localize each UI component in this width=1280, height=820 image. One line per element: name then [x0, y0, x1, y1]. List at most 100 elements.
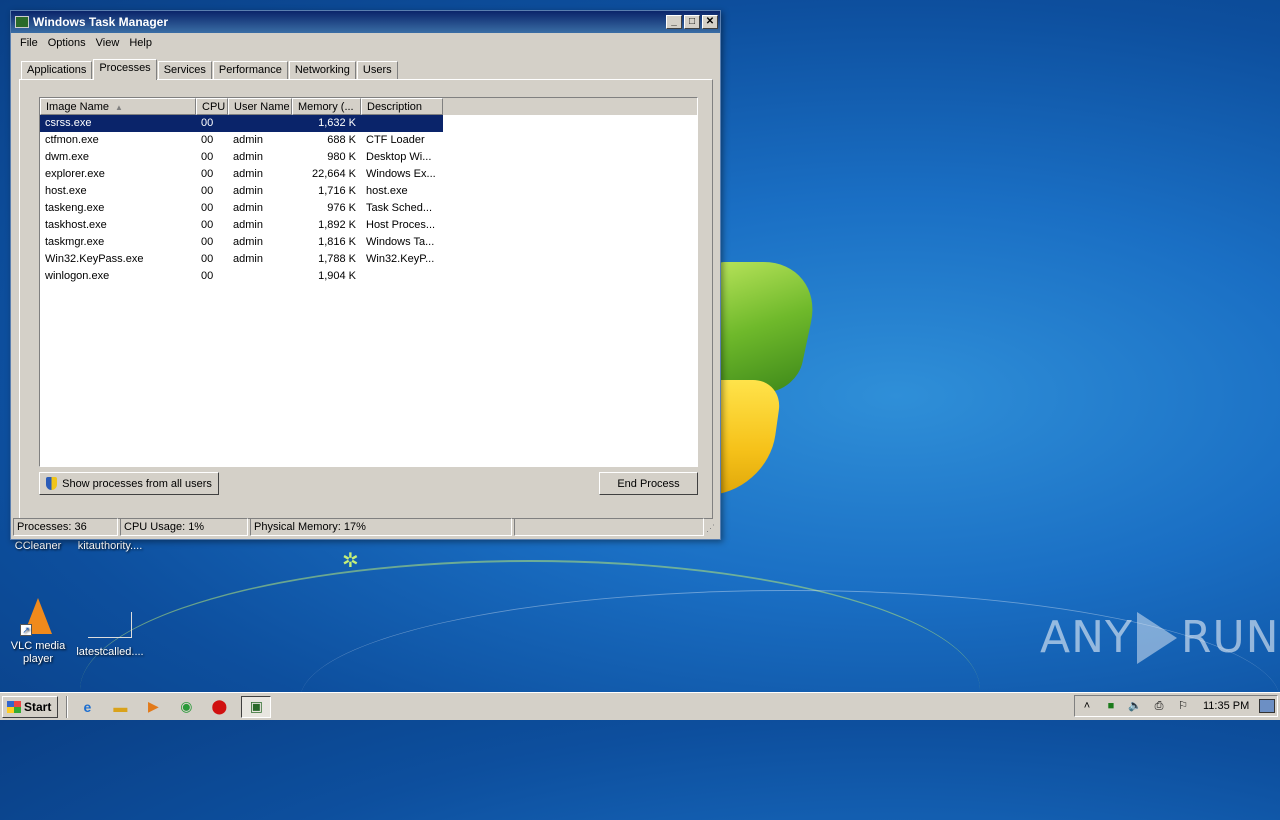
clock[interactable]: 11:35 PM	[1203, 700, 1249, 712]
column-user-name[interactable]: User Name	[228, 98, 292, 115]
tab-services[interactable]: Services	[157, 61, 212, 79]
process-row[interactable]: taskhost.exe 00 admin 1,892 K Host Proces...	[40, 217, 697, 234]
flag-icon[interactable]: ⚐	[1175, 699, 1191, 713]
menu-view[interactable]: View	[91, 37, 125, 49]
menu-options[interactable]: Options	[43, 37, 91, 49]
explorer-icon[interactable]: ▬	[109, 696, 131, 718]
column-description[interactable]: Description	[361, 98, 443, 115]
vlc-icon: ↗	[18, 596, 58, 636]
watermark-right: RUN	[1180, 612, 1280, 663]
maximize-button[interactable]: □	[684, 15, 700, 29]
title-bar[interactable]: Windows Task Manager _ □ ✕	[11, 11, 720, 33]
volume-icon[interactable]: 🔈	[1127, 699, 1143, 713]
tab-applications[interactable]: Applications	[21, 61, 93, 79]
watermark-left: ANY	[1040, 612, 1133, 663]
status-cpu-usage: CPU Usage: 1%	[120, 518, 248, 536]
process-name: taskeng.exe	[45, 202, 105, 214]
process-row[interactable]: taskeng.exe 00 admin 976 K Task Sched...	[40, 200, 697, 217]
show-all-processes-button[interactable]: Show processes from all users	[39, 472, 219, 495]
process-cpu: 00	[201, 219, 214, 231]
minimize-button[interactable]: _	[666, 15, 682, 29]
process-cpu: 00	[201, 151, 214, 163]
process-memory: 1,816 K	[318, 236, 356, 248]
media-player-icon[interactable]: ▶	[142, 696, 164, 718]
tab-processes[interactable]: Processes	[93, 59, 157, 80]
tab-networking[interactable]: Networking	[288, 61, 356, 79]
wallpaper-sparkle: ✲	[342, 550, 359, 572]
column-memory[interactable]: Memory (...	[292, 98, 361, 115]
process-user: admin	[233, 219, 263, 231]
process-description	[361, 268, 443, 285]
process-name: csrss.exe	[40, 115, 196, 132]
taskbar: Start e ▬ ▶ ◉ ⬤ ▣ ˄ ■ 🔈 ⎙ ⚐ 11:35 PM	[0, 692, 1280, 720]
taskmgr-taskbar-button[interactable]: ▣	[241, 695, 272, 718]
show-desktop-icon[interactable]	[1259, 699, 1276, 713]
process-cpu: 00	[196, 115, 228, 132]
column-image-name[interactable]: Image Name ▲	[40, 98, 196, 115]
taskbar-separator	[66, 695, 69, 718]
status-empty	[514, 518, 704, 536]
status-processes: Processes: 36	[13, 518, 118, 536]
process-rows: csrss.exe 00 1,632 Kctfmon.exe 00 admin 688 K…	[40, 115, 697, 285]
show-all-processes-label: Show processes from all users	[62, 477, 212, 490]
opera-icon[interactable]: ⬤	[208, 696, 230, 718]
play-icon	[1136, 612, 1177, 664]
process-cpu: 00	[201, 168, 214, 180]
printer-icon[interactable]: ⎙	[1151, 699, 1167, 713]
chrome-icon[interactable]: ◉	[175, 696, 197, 718]
process-memory: 22,664 K	[311, 168, 356, 180]
tab-strip: Applications Processes Services Performa…	[21, 59, 399, 80]
process-description: host.exe	[366, 185, 408, 197]
process-name: ctfmon.exe	[45, 134, 99, 146]
close-button[interactable]: ✕	[702, 15, 718, 29]
process-cpu: 00	[201, 236, 214, 248]
process-row[interactable]: host.exe 00 admin 1,716 K host.exe	[40, 183, 697, 200]
status-bar: Processes: 36 CPU Usage: 1% Physical Mem…	[13, 518, 718, 538]
end-process-button[interactable]: End Process	[599, 472, 698, 495]
uac-shield-icon	[46, 477, 58, 490]
process-description: Desktop Wi...	[366, 151, 432, 163]
process-memory: 1,716 K	[318, 185, 356, 197]
process-description: Windows Ex...	[366, 168, 436, 180]
process-row[interactable]: winlogon.exe 00 1,904 K	[40, 268, 697, 285]
process-user: admin	[233, 236, 263, 248]
process-name: taskhost.exe	[45, 219, 107, 231]
processes-panel: Image Name ▲ CPU User Name Memory (... De…	[19, 79, 713, 519]
process-row[interactable]: csrss.exe 00 1,632 K	[40, 115, 697, 132]
desktop-icon-latestcalled[interactable]: latestcalled....	[72, 612, 148, 659]
tab-performance[interactable]: Performance	[212, 61, 288, 79]
chevron-up-icon[interactable]: ˄	[1079, 699, 1095, 713]
windows-logo-icon	[7, 700, 21, 713]
process-row[interactable]: Win32.KeyPass.exe 00 admin 1,788 K Win32.Key…	[40, 251, 697, 268]
sort-ascending-icon: ▲	[114, 103, 123, 112]
process-row[interactable]: ctfmon.exe 00 admin 688 K CTF Loader	[40, 132, 697, 149]
menu-file[interactable]: File	[15, 37, 43, 49]
process-description: Task Sched...	[366, 202, 433, 214]
process-description: Win32.KeyP...	[366, 253, 435, 265]
process-cpu: 00	[201, 185, 214, 197]
process-name: host.exe	[45, 185, 87, 197]
process-row[interactable]: dwm.exe 00 admin 980 K Desktop Wi...	[40, 149, 697, 166]
menu-bar: File Options View Help	[11, 33, 720, 53]
start-button[interactable]: Start	[2, 695, 59, 718]
process-name: taskmgr.exe	[45, 236, 105, 248]
watermark: ANY RUN	[1040, 612, 1280, 664]
file-icon	[88, 612, 132, 638]
process-list[interactable]: Image Name ▲ CPU User Name Memory (... De…	[39, 97, 698, 467]
ie-icon[interactable]: e	[76, 696, 98, 718]
process-user: admin	[233, 253, 263, 265]
process-cpu: 00	[201, 270, 214, 282]
process-name: explorer.exe	[45, 168, 105, 180]
system-tray: ˄ ■ 🔈 ⎙ ⚐ 11:35 PM	[1074, 695, 1278, 717]
column-cpu[interactable]: CPU	[196, 98, 228, 115]
process-memory: 1,788 K	[318, 253, 356, 265]
menu-help[interactable]: Help	[124, 37, 157, 49]
network-icon[interactable]: ■	[1103, 699, 1119, 713]
desktop-icon-label: VLC media player	[10, 640, 66, 665]
process-row[interactable]: explorer.exe 00 admin 22,664 K Windows Ex...	[40, 166, 697, 183]
process-description	[361, 115, 443, 132]
resize-grip-icon[interactable]: ⋰	[706, 523, 718, 535]
desktop-icon-vlc[interactable]: ↗ VLC media player	[0, 596, 76, 666]
tab-users[interactable]: Users	[356, 61, 398, 79]
process-row[interactable]: taskmgr.exe 00 admin 1,816 K Windows Ta...	[40, 234, 697, 251]
